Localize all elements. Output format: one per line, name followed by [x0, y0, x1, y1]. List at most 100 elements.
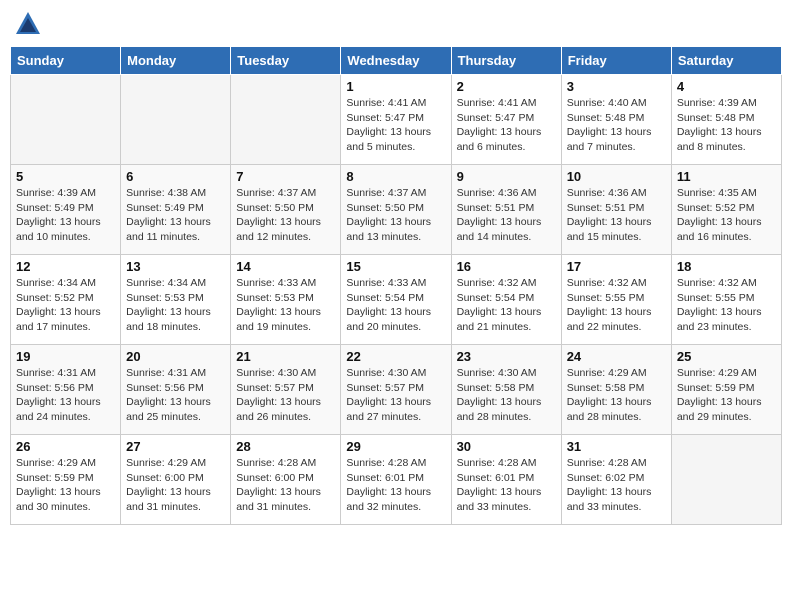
calendar-cell: 11Sunrise: 4:35 AMSunset: 5:52 PMDayligh…	[671, 165, 781, 255]
week-row-2: 5 Sunrise: 4:39 AMSunset: 5:49 PMDaylight…	[11, 165, 782, 255]
calendar-cell: 7 Sunrise: 4:37 AMSunset: 5:50 PMDaylight…	[231, 165, 341, 255]
day-info: Sunrise: 4:29 AMSunset: 5:59 PMDaylight:…	[16, 456, 115, 515]
calendar-cell: 29 Sunrise: 4:28 AMSunset: 6:01 PMDayligh…	[341, 435, 451, 525]
day-header-saturday: Saturday	[671, 47, 781, 75]
day-info: Sunrise: 4:29 AMSunset: 5:58 PMDaylight:…	[567, 366, 666, 425]
calendar-cell: 1 Sunrise: 4:41 AMSunset: 5:47 PMDaylight…	[341, 75, 451, 165]
day-number: 31	[567, 439, 666, 454]
day-info: Sunrise: 4:29 AMSunset: 6:00 PMDaylight:…	[126, 456, 225, 515]
day-number: 19	[16, 349, 115, 364]
day-number: 7	[236, 169, 335, 184]
calendar-cell: 6 Sunrise: 4:38 AMSunset: 5:49 PMDaylight…	[121, 165, 231, 255]
week-row-3: 12 Sunrise: 4:34 AMSunset: 5:52 PMDayligh…	[11, 255, 782, 345]
day-info: Sunrise: 4:28 AMSunset: 6:01 PMDaylight:…	[346, 456, 445, 515]
day-number: 16	[457, 259, 556, 274]
day-info: Sunrise: 4:32 AMSunset: 5:54 PMDaylight:…	[457, 276, 556, 335]
day-header-wednesday: Wednesday	[341, 47, 451, 75]
day-info: Sunrise: 4:36 AMSunset: 5:51 PMDaylight:…	[567, 186, 666, 245]
day-info: Sunrise: 4:34 AMSunset: 5:52 PMDaylight:…	[16, 276, 115, 335]
logo	[14, 10, 46, 38]
calendar-body: 1 Sunrise: 4:41 AMSunset: 5:47 PMDaylight…	[11, 75, 782, 525]
calendar-cell: 22 Sunrise: 4:30 AMSunset: 5:57 PMDayligh…	[341, 345, 451, 435]
day-info: Sunrise: 4:39 AMSunset: 5:49 PMDaylight:…	[16, 186, 115, 245]
logo-icon	[14, 10, 42, 38]
calendar-cell: 30 Sunrise: 4:28 AMSunset: 6:01 PMDayligh…	[451, 435, 561, 525]
day-info: Sunrise: 4:32 AMSunset: 5:55 PMDaylight:…	[677, 276, 776, 335]
day-number: 23	[457, 349, 556, 364]
header-row: SundayMondayTuesdayWednesdayThursdayFrid…	[11, 47, 782, 75]
calendar-cell: 15 Sunrise: 4:33 AMSunset: 5:54 PMDayligh…	[341, 255, 451, 345]
day-info: Sunrise: 4:30 AMSunset: 5:57 PMDaylight:…	[346, 366, 445, 425]
day-number: 3	[567, 79, 666, 94]
calendar-cell	[671, 435, 781, 525]
day-number: 15	[346, 259, 445, 274]
day-header-sunday: Sunday	[11, 47, 121, 75]
day-info: Sunrise: 4:33 AMSunset: 5:54 PMDaylight:…	[346, 276, 445, 335]
calendar-cell: 17 Sunrise: 4:32 AMSunset: 5:55 PMDayligh…	[561, 255, 671, 345]
calendar-cell	[231, 75, 341, 165]
day-number: 1	[346, 79, 445, 94]
calendar-cell: 8Sunrise: 4:37 AMSunset: 5:50 PMDaylight…	[341, 165, 451, 255]
day-number: 24	[567, 349, 666, 364]
day-info: Sunrise: 4:31 AMSunset: 5:56 PMDaylight:…	[16, 366, 115, 425]
calendar-cell: 16 Sunrise: 4:32 AMSunset: 5:54 PMDayligh…	[451, 255, 561, 345]
day-number: 6	[126, 169, 225, 184]
calendar-cell	[11, 75, 121, 165]
day-number: 5	[16, 169, 115, 184]
calendar-cell: 23Sunrise: 4:30 AMSunset: 5:58 PMDayligh…	[451, 345, 561, 435]
day-number: 21	[236, 349, 335, 364]
day-number: 10	[567, 169, 666, 184]
day-number: 18	[677, 259, 776, 274]
calendar-cell: 19 Sunrise: 4:31 AMSunset: 5:56 PMDayligh…	[11, 345, 121, 435]
day-header-thursday: Thursday	[451, 47, 561, 75]
calendar-cell: 12 Sunrise: 4:34 AMSunset: 5:52 PMDayligh…	[11, 255, 121, 345]
day-number: 22	[346, 349, 445, 364]
week-row-5: 26 Sunrise: 4:29 AMSunset: 5:59 PMDayligh…	[11, 435, 782, 525]
day-number: 8	[346, 169, 445, 184]
day-number: 11	[677, 169, 776, 184]
day-number: 13	[126, 259, 225, 274]
day-info: Sunrise: 4:41 AMSunset: 5:47 PMDaylight:…	[346, 96, 445, 155]
day-info: Sunrise: 4:28 AMSunset: 6:02 PMDaylight:…	[567, 456, 666, 515]
day-header-tuesday: Tuesday	[231, 47, 341, 75]
page-header	[10, 10, 782, 38]
calendar-cell: 20Sunrise: 4:31 AMSunset: 5:56 PMDayligh…	[121, 345, 231, 435]
day-info: Sunrise: 4:28 AMSunset: 6:00 PMDaylight:…	[236, 456, 335, 515]
day-header-monday: Monday	[121, 47, 231, 75]
day-info: Sunrise: 4:30 AMSunset: 5:57 PMDaylight:…	[236, 366, 335, 425]
day-number: 28	[236, 439, 335, 454]
calendar-cell: 27Sunrise: 4:29 AMSunset: 6:00 PMDayligh…	[121, 435, 231, 525]
day-info: Sunrise: 4:34 AMSunset: 5:53 PMDaylight:…	[126, 276, 225, 335]
calendar-cell: 26 Sunrise: 4:29 AMSunset: 5:59 PMDayligh…	[11, 435, 121, 525]
day-number: 14	[236, 259, 335, 274]
day-number: 4	[677, 79, 776, 94]
day-number: 9	[457, 169, 556, 184]
calendar-cell: 24 Sunrise: 4:29 AMSunset: 5:58 PMDayligh…	[561, 345, 671, 435]
day-number: 17	[567, 259, 666, 274]
day-info: Sunrise: 4:28 AMSunset: 6:01 PMDaylight:…	[457, 456, 556, 515]
calendar-cell: 3 Sunrise: 4:40 AMSunset: 5:48 PMDaylight…	[561, 75, 671, 165]
calendar-table: SundayMondayTuesdayWednesdayThursdayFrid…	[10, 46, 782, 525]
calendar-cell: 31 Sunrise: 4:28 AMSunset: 6:02 PMDayligh…	[561, 435, 671, 525]
day-number: 12	[16, 259, 115, 274]
day-number: 29	[346, 439, 445, 454]
day-info: Sunrise: 4:37 AMSunset: 5:50 PMDaylight:…	[236, 186, 335, 245]
day-info: Sunrise: 4:29 AMSunset: 5:59 PMDaylight:…	[677, 366, 776, 425]
calendar-cell	[121, 75, 231, 165]
calendar-cell: 28 Sunrise: 4:28 AMSunset: 6:00 PMDayligh…	[231, 435, 341, 525]
day-info: Sunrise: 4:36 AMSunset: 5:51 PMDaylight:…	[457, 186, 556, 245]
day-info: Sunrise: 4:41 AMSunset: 5:47 PMDaylight:…	[457, 96, 556, 155]
calendar-header: SundayMondayTuesdayWednesdayThursdayFrid…	[11, 47, 782, 75]
day-info: Sunrise: 4:40 AMSunset: 5:48 PMDaylight:…	[567, 96, 666, 155]
day-info: Sunrise: 4:39 AMSunset: 5:48 PMDaylight:…	[677, 96, 776, 155]
calendar-cell: 14Sunrise: 4:33 AMSunset: 5:53 PMDayligh…	[231, 255, 341, 345]
calendar-cell: 13 Sunrise: 4:34 AMSunset: 5:53 PMDayligh…	[121, 255, 231, 345]
calendar-cell: 2Sunrise: 4:41 AMSunset: 5:47 PMDaylight…	[451, 75, 561, 165]
day-info: Sunrise: 4:31 AMSunset: 5:56 PMDaylight:…	[126, 366, 225, 425]
day-number: 26	[16, 439, 115, 454]
day-info: Sunrise: 4:32 AMSunset: 5:55 PMDaylight:…	[567, 276, 666, 335]
day-info: Sunrise: 4:38 AMSunset: 5:49 PMDaylight:…	[126, 186, 225, 245]
calendar-cell: 5 Sunrise: 4:39 AMSunset: 5:49 PMDaylight…	[11, 165, 121, 255]
day-number: 30	[457, 439, 556, 454]
day-header-friday: Friday	[561, 47, 671, 75]
